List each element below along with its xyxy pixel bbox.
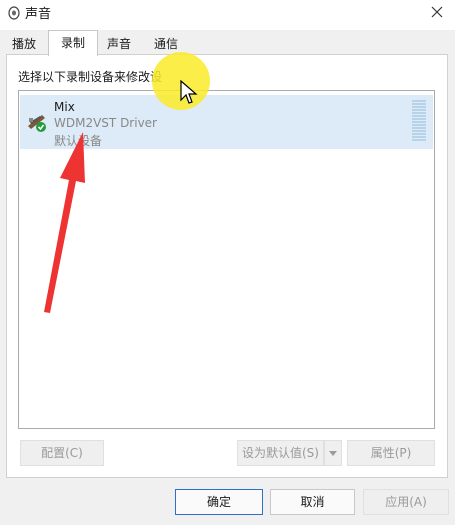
window-title: 声音 <box>25 7 52 22</box>
title-bar: 声音 <box>0 0 455 30</box>
instruction-text: 选择以下录制设备来修改设 <box>18 70 163 84</box>
apply-button[interactable]: 应用(A) <box>363 489 449 515</box>
device-name: Mix <box>54 100 75 114</box>
close-button[interactable] <box>419 0 455 24</box>
level-meter <box>412 100 426 142</box>
speaker-icon <box>8 6 20 20</box>
mixer-device-icon <box>28 115 46 132</box>
tab-sounds[interactable]: 声音 <box>102 34 136 54</box>
check-badge-icon <box>36 122 46 132</box>
device-status: 默认设备 <box>54 134 103 148</box>
device-list[interactable]: Mix WDM2VST Driver 默认设备 <box>18 90 435 429</box>
chevron-down-icon <box>329 450 337 456</box>
close-icon <box>431 6 443 18</box>
list-item[interactable]: Mix WDM2VST Driver 默认设备 <box>20 95 433 149</box>
set-default-button[interactable]: 设为默认值(S) <box>237 440 324 466</box>
cancel-button[interactable]: 取消 <box>270 489 355 515</box>
properties-button[interactable]: 属性(P) <box>347 440 435 466</box>
tab-playback[interactable]: 播放 <box>8 34 40 54</box>
device-driver: WDM2VST Driver <box>54 116 157 130</box>
mouse-cursor-icon <box>180 80 198 104</box>
ok-button[interactable]: 确定 <box>175 489 263 515</box>
set-default-dropdown[interactable] <box>324 440 342 466</box>
tab-communications[interactable]: 通信 <box>146 34 186 54</box>
tab-recording[interactable]: 录制 <box>48 30 98 56</box>
configure-button[interactable]: 配置(C) <box>20 440 104 466</box>
